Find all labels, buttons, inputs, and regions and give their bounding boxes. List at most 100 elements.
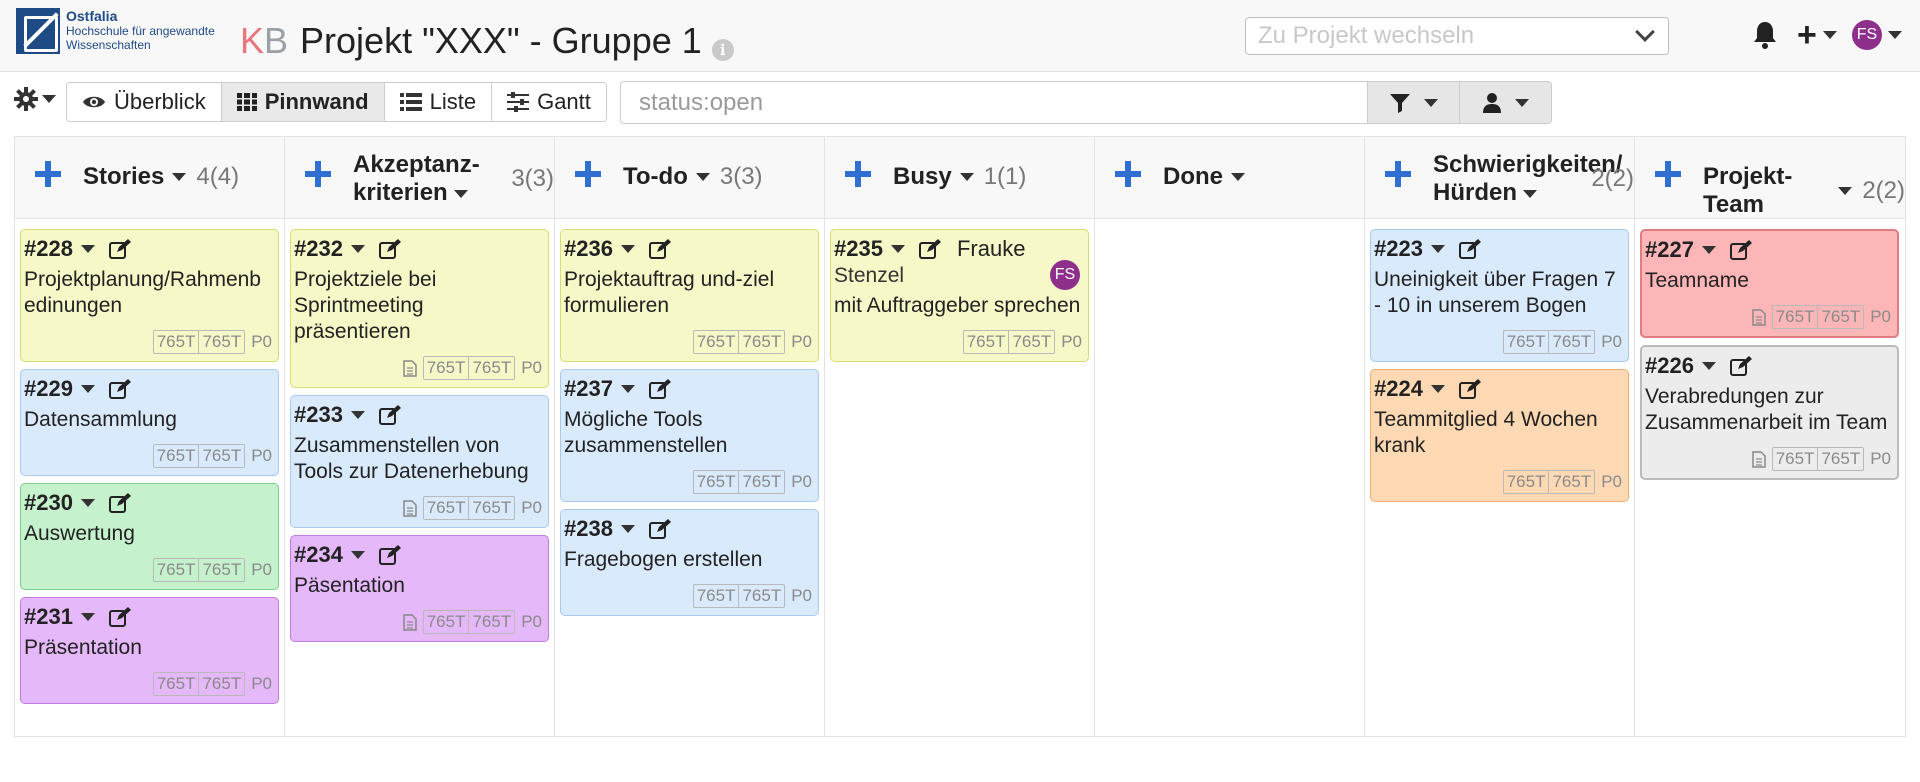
column-title-label: Done <box>1163 163 1223 190</box>
filter-query-input[interactable] <box>621 82 1367 123</box>
caret-down-icon[interactable] <box>80 613 95 621</box>
ostfalia-logo[interactable]: Ostfalia Hochschule für angewandte Wisse… <box>16 8 215 54</box>
edit-icon[interactable] <box>1729 356 1752 376</box>
user-filter-button[interactable] <box>1459 82 1551 123</box>
card-id[interactable]: #223 <box>1374 236 1423 262</box>
priority-label: P0 <box>521 358 542 377</box>
caret-down-icon[interactable] <box>1701 362 1716 370</box>
story-card[interactable]: #236 Projektauftrag und-ziel formulieren 7… <box>560 229 819 362</box>
edit-icon[interactable] <box>1458 239 1481 259</box>
card-id[interactable]: #233 <box>294 402 343 428</box>
story-card[interactable]: #237 Mögliche Tools zusammenstellen 765T 76… <box>560 369 819 502</box>
story-card[interactable]: #228 Projektplanung/Rahmenb edinungen 765T… <box>20 229 279 362</box>
add-card-plus-icon[interactable] <box>1115 161 1141 192</box>
card-header: #236 <box>564 235 814 263</box>
caret-down-icon[interactable] <box>620 385 635 393</box>
create-menu-button[interactable]: + <box>1797 18 1837 52</box>
column-title[interactable]: To-do 3(3) <box>623 163 763 191</box>
card-id[interactable]: #231 <box>24 604 73 630</box>
story-card[interactable]: #232 Projektziele bei Sprintmeeting präse… <box>290 229 549 388</box>
column-title[interactable]: Stories 4(4) <box>83 163 239 191</box>
card-id[interactable]: #228 <box>24 236 73 262</box>
story-card[interactable]: #224 Teammitglied 4 Wochen krank 765T 765T P… <box>1370 369 1629 502</box>
add-card-plus-icon[interactable] <box>305 161 331 192</box>
edit-icon[interactable] <box>108 493 131 513</box>
caret-down-icon[interactable] <box>350 551 365 559</box>
tab-list[interactable]: Liste <box>384 83 493 121</box>
column-title[interactable]: Busy 1(1) <box>893 163 1026 191</box>
add-card-plus-icon[interactable] <box>35 161 61 192</box>
caret-down-icon[interactable] <box>890 245 905 253</box>
avatar: FS <box>1852 20 1882 50</box>
story-card[interactable]: #226 Verabredungen zur Zusammenarbeit im … <box>1640 345 1899 480</box>
edit-icon[interactable] <box>648 519 671 539</box>
card-id[interactable]: #234 <box>294 542 343 568</box>
card-id[interactable]: #236 <box>564 236 613 262</box>
edit-icon[interactable] <box>1458 379 1481 399</box>
project-switch-select[interactable]: Zu Projekt wechseln <box>1245 17 1669 55</box>
add-card-plus-icon[interactable] <box>845 161 871 192</box>
story-card[interactable]: #223 Uneinigkeit über Fragen 7 - 10 in un… <box>1370 229 1629 362</box>
edit-icon[interactable] <box>378 239 401 259</box>
edit-icon[interactable] <box>648 239 671 259</box>
column-title[interactable]: Done <box>1163 163 1255 191</box>
sliders-icon <box>507 92 530 112</box>
add-card-plus-icon[interactable] <box>575 161 601 192</box>
story-card[interactable]: #234 Päsentation 765T 765T P0 <box>290 535 549 642</box>
tab-board[interactable]: Pinnwand <box>221 83 385 121</box>
card-id[interactable]: #237 <box>564 376 613 402</box>
tab-gantt[interactable]: Gantt <box>492 83 606 121</box>
edit-icon[interactable] <box>918 239 941 259</box>
filter-menu-button[interactable] <box>1367 82 1459 123</box>
edit-icon[interactable] <box>378 405 401 425</box>
edit-icon[interactable] <box>108 239 131 259</box>
story-card[interactable]: #229 Datensammlung 765T 765T P0 <box>20 369 279 476</box>
story-card[interactable]: #238 Fragebogen erstellen 765T 765T P0 <box>560 509 819 616</box>
caret-down-icon[interactable] <box>80 499 95 507</box>
caret-down-icon[interactable] <box>620 245 635 253</box>
caret-down-icon[interactable] <box>80 385 95 393</box>
edit-icon[interactable] <box>1729 240 1752 260</box>
story-card[interactable]: #235 Frauke Stenzel FS mit Auftraggeber spre… <box>830 229 1089 362</box>
caret-down-icon[interactable] <box>1430 385 1445 393</box>
logo-subtitle: Hochschule für angewandte <box>66 24 215 38</box>
card-title: Zusammenstellen von Tools zur Datenerheb… <box>294 434 529 483</box>
column-title[interactable]: Schwierigkeiten/ Hürden <box>1433 151 1622 207</box>
edit-icon[interactable] <box>108 379 131 399</box>
card-id[interactable]: #235 <box>834 236 883 262</box>
card-id[interactable]: #238 <box>564 516 613 542</box>
story-card[interactable]: #230 Auswertung 765T 765T P0 <box>20 483 279 590</box>
edit-icon[interactable] <box>378 545 401 565</box>
user-menu-button[interactable]: FS <box>1852 20 1902 50</box>
card-header: #234 <box>294 541 544 569</box>
caret-down-icon[interactable] <box>80 245 95 253</box>
caret-down-icon[interactable] <box>350 411 365 419</box>
story-card[interactable]: #227 Teamname 765T 765T P0 <box>1640 229 1899 338</box>
caret-down-icon[interactable] <box>350 245 365 253</box>
tab-overview[interactable]: Überblick <box>67 83 222 121</box>
add-card-plus-icon[interactable] <box>1655 161 1681 192</box>
bell-icon[interactable] <box>1752 20 1778 50</box>
settings-menu-button[interactable] <box>14 87 56 111</box>
info-icon[interactable]: i <box>711 39 734 61</box>
card-id[interactable]: #224 <box>1374 376 1423 402</box>
column-title[interactable]: Akzeptanz-kriterien <box>353 151 513 207</box>
story-card[interactable]: #233 Zusammenstellen von Tools zur Datene… <box>290 395 549 528</box>
caret-down-icon[interactable] <box>1701 246 1716 254</box>
edit-icon[interactable] <box>108 607 131 627</box>
caret-down-icon[interactable] <box>620 525 635 533</box>
card-id[interactable]: #230 <box>24 490 73 516</box>
story-card[interactable]: #231 Präsentation 765T 765T P0 <box>20 597 279 704</box>
card-id[interactable]: #232 <box>294 236 343 262</box>
card-id[interactable]: #229 <box>24 376 73 402</box>
column-count: 2(2) <box>1862 177 1905 204</box>
estimate-tag: 765T <box>964 331 1010 353</box>
estimate-tag: 765T <box>742 586 782 605</box>
caret-down-icon <box>172 173 187 181</box>
card-id[interactable]: #227 <box>1645 237 1694 263</box>
edit-icon[interactable] <box>648 379 671 399</box>
add-card-plus-icon[interactable] <box>1385 161 1411 192</box>
card-id[interactable]: #226 <box>1645 353 1694 379</box>
caret-down-icon[interactable] <box>1430 245 1445 253</box>
column-title[interactable]: Projekt-Team 2(2) <box>1703 163 1905 219</box>
